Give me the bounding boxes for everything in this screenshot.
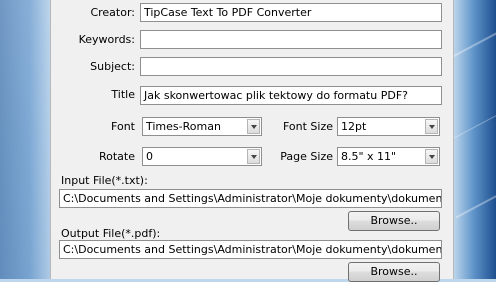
page-size-label: Page Size	[280, 150, 333, 163]
font-label: Font	[111, 120, 135, 133]
rotate-label: Rotate	[98, 150, 135, 163]
font-select[interactable]: Times-Roman	[142, 117, 262, 136]
chevron-down-icon[interactable]	[247, 119, 260, 134]
input-file-field[interactable]: C:\Documents and Settings\Administrator\…	[59, 189, 442, 208]
chevron-down-icon[interactable]	[425, 149, 438, 164]
output-browse-button[interactable]: Browse..	[348, 262, 440, 282]
font-size-select-value: 12pt	[341, 120, 367, 133]
desktop-background-left	[0, 0, 50, 279]
pdf-properties-panel: Creator: TipCase Text To PDF Converter K…	[50, 0, 454, 282]
page-size-select-value: 8.5" x 11"	[341, 150, 397, 163]
keywords-label: Keywords:	[78, 33, 135, 46]
chevron-down-icon[interactable]	[425, 119, 438, 134]
keywords-field[interactable]	[140, 30, 442, 49]
font-size-select[interactable]: 12pt	[337, 117, 440, 136]
output-file-field[interactable]: C:\Documents and Settings\Administrator\…	[59, 240, 442, 259]
desktop-background-right	[452, 0, 496, 279]
font-size-label: Font Size	[282, 120, 333, 133]
output-file-label: Output File(*.pdf):	[61, 227, 161, 240]
rotate-select[interactable]: 0	[142, 147, 262, 166]
creator-label: Creator:	[90, 6, 135, 19]
creator-field[interactable]: TipCase Text To PDF Converter	[140, 3, 442, 22]
page-size-select[interactable]: 8.5" x 11"	[337, 147, 440, 166]
subject-label: Subject:	[90, 60, 135, 73]
chevron-down-icon[interactable]	[247, 149, 260, 164]
title-label: Title	[111, 88, 135, 101]
font-select-value: Times-Roman	[146, 120, 221, 133]
rotate-select-value: 0	[146, 150, 153, 163]
input-file-label: Input File(*.txt):	[61, 174, 148, 187]
input-browse-button[interactable]: Browse..	[348, 211, 440, 231]
subject-field[interactable]	[140, 57, 442, 76]
title-field[interactable]: Jak skonwertowac plik tektowy do formatu…	[140, 86, 442, 105]
